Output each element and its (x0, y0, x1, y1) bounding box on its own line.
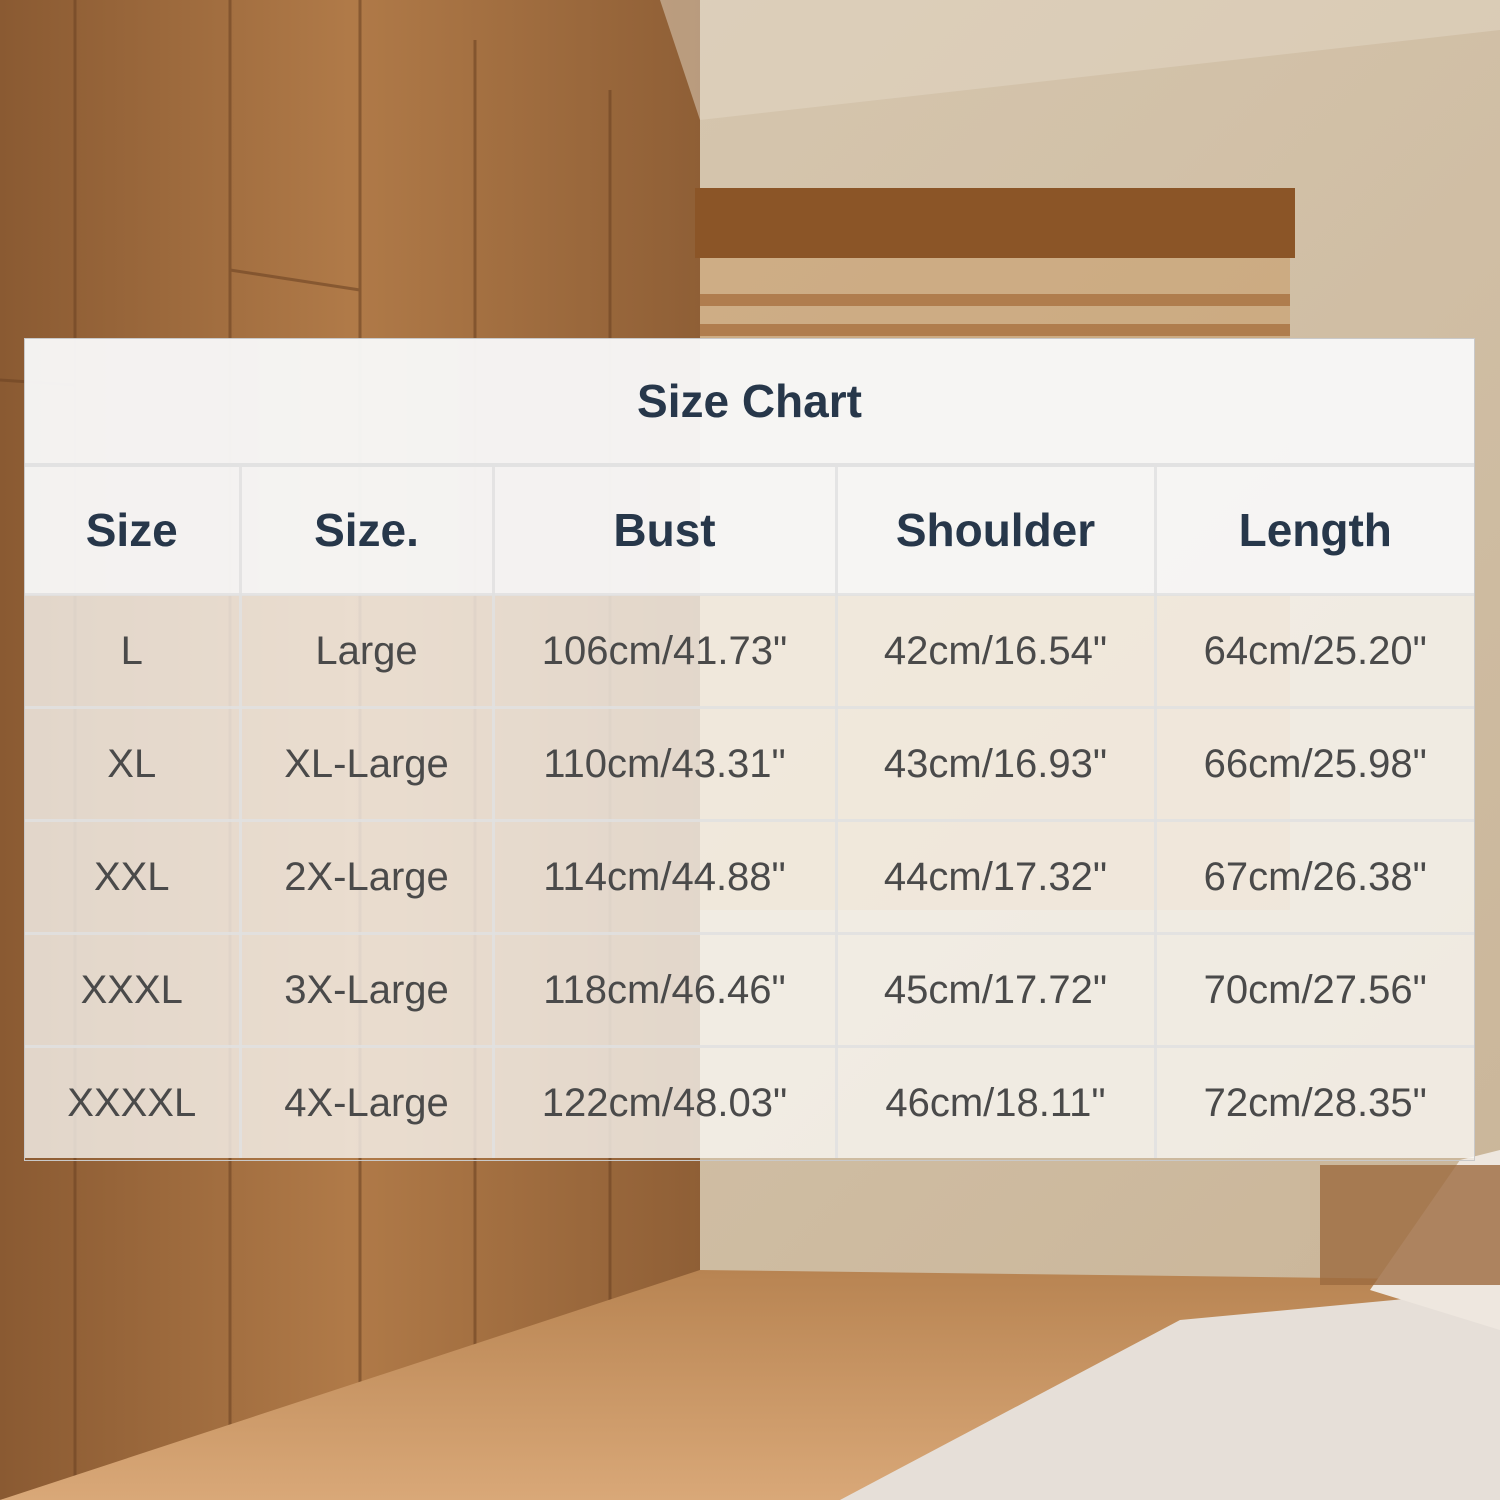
cell-bust: 110cm/43.31" (491, 706, 838, 822)
cell-size-name: 4X-Large (238, 1045, 495, 1158)
table-row: XXXXL 4X-Large 122cm/48.03" 46cm/18.11" … (25, 1045, 1474, 1158)
cell-bust: 106cm/41.73" (491, 593, 838, 709)
cell-bust: 118cm/46.46" (491, 932, 838, 1048)
cell-size-name: 2X-Large (238, 819, 495, 935)
cell-size: L (25, 593, 242, 709)
size-chart-title-row: Size Chart (25, 339, 1474, 467)
table-row: XXL 2X-Large 114cm/44.88" 44cm/17.32" 67… (25, 819, 1474, 935)
header-length: Length (1153, 467, 1474, 596)
cell-length: 70cm/27.56" (1153, 932, 1474, 1048)
size-chart-title: Size Chart (637, 375, 862, 427)
cell-length: 67cm/26.38" (1153, 819, 1474, 935)
header-bust: Bust (491, 467, 838, 596)
header-row: Size Size. Bust Shoulder Length (25, 467, 1474, 596)
cell-shoulder: 43cm/16.93" (834, 706, 1157, 822)
header-shoulder: Shoulder (834, 467, 1157, 596)
table-row: XXXL 3X-Large 118cm/46.46" 45cm/17.72" 7… (25, 932, 1474, 1048)
size-chart: Size Chart Size Size. Bust Shoulder Leng… (24, 338, 1475, 1161)
cell-length: 64cm/25.20" (1153, 593, 1474, 709)
cell-length: 66cm/25.98" (1153, 706, 1474, 822)
cell-shoulder: 45cm/17.72" (834, 932, 1157, 1048)
cell-length: 72cm/28.35" (1153, 1045, 1474, 1158)
cell-shoulder: 46cm/18.11" (834, 1045, 1157, 1158)
cell-size: XL (25, 706, 242, 822)
cell-size-name: Large (238, 593, 495, 709)
table-row: L Large 106cm/41.73" 42cm/16.54" 64cm/25… (25, 593, 1474, 709)
cell-size: XXXL (25, 932, 242, 1048)
cell-size-name: XL-Large (238, 706, 495, 822)
size-table: Size Size. Bust Shoulder Length L Large … (25, 467, 1474, 1158)
cell-shoulder: 44cm/17.32" (834, 819, 1157, 935)
cell-size: XXXXL (25, 1045, 242, 1158)
cell-bust: 114cm/44.88" (491, 819, 838, 935)
cell-size-name: 3X-Large (238, 932, 495, 1048)
header-size: Size (25, 467, 242, 596)
cell-shoulder: 42cm/16.54" (834, 593, 1157, 709)
header-size-name: Size. (238, 467, 495, 596)
cell-size: XXL (25, 819, 242, 935)
table-row: XL XL-Large 110cm/43.31" 43cm/16.93" 66c… (25, 706, 1474, 822)
cell-bust: 122cm/48.03" (491, 1045, 838, 1158)
